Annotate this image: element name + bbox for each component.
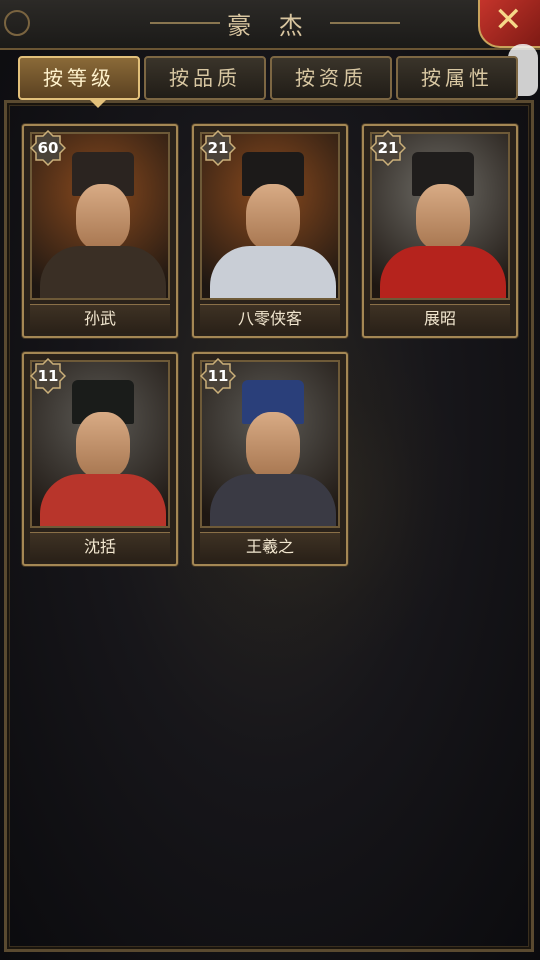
hero-card[interactable]: 11 王羲之 xyxy=(192,352,348,566)
sort-tabs: 按等级 按品质 按资质 按属性 xyxy=(18,56,528,108)
page-title: 豪 杰 xyxy=(227,12,313,40)
hero-level: 11 xyxy=(207,367,229,385)
tab-by-level[interactable]: 按等级 xyxy=(18,56,140,100)
level-badge: 21 xyxy=(370,130,406,166)
tab-by-attribute[interactable]: 按属性 xyxy=(396,56,518,100)
level-badge: 60 xyxy=(30,130,66,166)
close-button[interactable]: ✕ xyxy=(478,0,540,48)
level-badge: 21 xyxy=(200,130,236,166)
hero-face xyxy=(416,184,470,250)
hero-face xyxy=(246,412,300,478)
hero-level: 21 xyxy=(377,139,399,157)
hero-name: 沈括 xyxy=(30,532,170,561)
hero-name: 展昭 xyxy=(370,304,510,333)
active-tab-pointer-icon xyxy=(90,100,106,108)
hero-face xyxy=(76,412,130,478)
hero-robe xyxy=(210,246,336,298)
hero-face xyxy=(76,184,130,250)
title-decoration-right xyxy=(330,22,400,24)
hero-face xyxy=(246,184,300,250)
header-bar: 豪 杰 xyxy=(0,0,540,50)
tab-by-quality[interactable]: 按品质 xyxy=(144,56,266,100)
hero-card[interactable]: 21 展昭 xyxy=(362,124,518,338)
hero-name: 八零侠客 xyxy=(200,304,340,333)
hero-level: 11 xyxy=(37,367,59,385)
hero-card[interactable]: 60 孙武 xyxy=(22,124,178,338)
hero-card[interactable]: 11 沈括 xyxy=(22,352,178,566)
hero-level: 21 xyxy=(207,139,229,157)
hero-name: 孙武 xyxy=(30,304,170,333)
level-badge: 11 xyxy=(200,358,236,394)
hero-robe xyxy=(210,474,336,526)
close-icon: ✕ xyxy=(494,0,523,40)
corner-ornament-icon xyxy=(4,10,30,36)
hero-robe xyxy=(380,246,506,298)
hero-robe xyxy=(40,474,166,526)
hero-card[interactable]: 21 八零侠客 xyxy=(192,124,348,338)
tab-by-aptitude[interactable]: 按资质 xyxy=(270,56,392,100)
level-badge: 11 xyxy=(30,358,66,394)
hero-name: 王羲之 xyxy=(200,532,340,561)
hero-robe xyxy=(40,246,166,298)
hero-level: 60 xyxy=(37,139,59,157)
